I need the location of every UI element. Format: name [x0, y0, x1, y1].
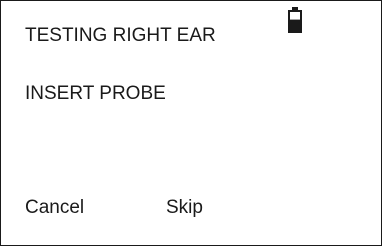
battery-icon: [288, 7, 302, 33]
skip-button[interactable]: Skip: [166, 197, 203, 219]
status-title: TESTING RIGHT EAR: [25, 25, 216, 46]
device-screen: TESTING RIGHT EAR INSERT PROBE Cancel Sk…: [0, 0, 382, 246]
instruction-text: INSERT PROBE: [25, 83, 166, 104]
cancel-button[interactable]: Cancel: [25, 197, 84, 219]
